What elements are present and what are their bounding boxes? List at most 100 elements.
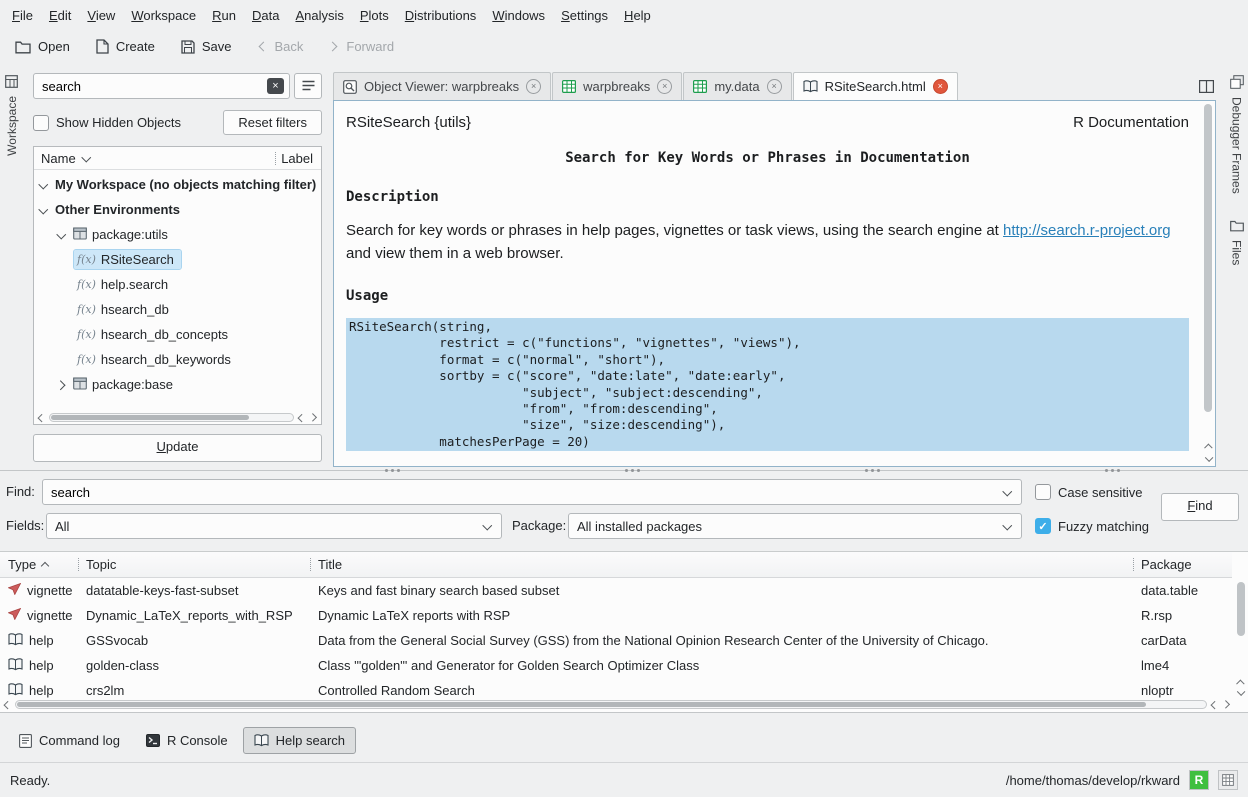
create-button[interactable]: Create (87, 35, 164, 58)
column-header-title[interactable]: Title (310, 552, 1133, 577)
label-column-header[interactable]: Label (281, 151, 313, 166)
menu-workspace[interactable]: Workspace (123, 3, 204, 28)
object-search-input[interactable] (42, 79, 263, 94)
table-row[interactable]: helpGSSvocabData from the General Social… (0, 628, 1232, 653)
menu-file[interactable]: File (4, 3, 41, 28)
menu-analysis[interactable]: Analysis (287, 3, 351, 28)
column-header-package[interactable]: Package (1133, 552, 1232, 577)
open-button[interactable]: Open (6, 35, 79, 58)
splitter-handle[interactable] (385, 469, 400, 472)
menu-help[interactable]: Help (616, 3, 659, 28)
menu-distributions[interactable]: Distributions (397, 3, 485, 28)
splitter-handle[interactable] (865, 469, 880, 472)
list-options-button[interactable] (294, 73, 322, 99)
tool-tab-command-log[interactable]: Command log (8, 727, 131, 754)
cpu-status-indicator[interactable] (1218, 770, 1238, 790)
close-tab-icon[interactable]: × (657, 79, 672, 94)
close-tab-icon[interactable]: × (767, 79, 782, 94)
tree-item-other-environments[interactable]: Other Environments (34, 197, 321, 222)
tool-tab-help-search[interactable]: Help search (243, 727, 356, 754)
case-sensitive-checkbox[interactable]: Case sensitive (1035, 484, 1143, 500)
doc-tab-my-data[interactable]: my.data× (683, 72, 791, 100)
menu-edit[interactable]: Edit (41, 3, 79, 28)
scroll-up-icon[interactable] (1204, 442, 1213, 451)
find-input[interactable] (51, 485, 995, 500)
fuzzy-matching-checkbox[interactable]: Fuzzy matching (1035, 518, 1149, 534)
tool-tab-label: Help search (276, 733, 345, 748)
tool-tab-files[interactable]: Files (1230, 220, 1244, 265)
fields-combobox[interactable]: All (46, 513, 502, 539)
tree-item-help-search[interactable]: f(x)help.search (34, 272, 321, 297)
tool-tab-workspace[interactable]: Workspace (5, 75, 19, 156)
tree-rows: My Workspace (no objects matching filter… (34, 170, 321, 411)
forward-button[interactable]: Forward (320, 35, 403, 58)
find-combobox[interactable] (42, 479, 1022, 505)
tree-item-hsearch-db-keywords[interactable]: f(x)hsearch_db_keywords (34, 347, 321, 372)
scrollbar-handle[interactable] (1204, 104, 1212, 412)
close-tab-icon[interactable]: × (526, 79, 541, 94)
table-icon (693, 80, 707, 93)
doc-tab-object-viewer-warpbreaks[interactable]: Object Viewer: warpbreaks× (333, 72, 551, 100)
scroll-left-icon[interactable] (37, 413, 46, 422)
doc-tab-rsitesearch-html[interactable]: RSiteSearch.html× (793, 72, 958, 100)
table-row[interactable]: helpgolden-classClass '"golden"' and Gen… (0, 653, 1232, 678)
scroll-right-icon[interactable] (1222, 700, 1231, 709)
scroll-left-icon[interactable] (297, 413, 306, 422)
find-button[interactable]: Find (1161, 493, 1239, 521)
menu-data[interactable]: Data (244, 3, 287, 28)
name-column-header[interactable]: Name (41, 151, 76, 166)
r-engine-status[interactable]: R (1189, 770, 1209, 790)
split-view-button[interactable] (1193, 74, 1219, 98)
save-icon (181, 40, 195, 54)
scrollbar-handle[interactable] (1237, 582, 1245, 636)
chevron-down-icon[interactable] (38, 180, 48, 190)
scroll-up-icon[interactable] (1236, 678, 1245, 687)
menu-settings[interactable]: Settings (553, 3, 616, 28)
type-label: help (29, 683, 54, 698)
back-button[interactable]: Back (248, 35, 312, 58)
document-vertical-scrollbar[interactable] (1203, 104, 1213, 463)
tree-item-hsearch-db[interactable]: f(x)hsearch_db (34, 297, 321, 322)
doc-tab-warpbreaks[interactable]: warpbreaks× (552, 72, 682, 100)
search-r-project-link[interactable]: http://search.r-project.org (1003, 222, 1171, 239)
menu-run[interactable]: Run (204, 3, 244, 28)
scroll-left-icon[interactable] (1210, 700, 1219, 709)
scrollbar-handle[interactable] (17, 702, 1146, 707)
column-header-topic[interactable]: Topic (78, 552, 310, 577)
table-row[interactable]: vignetteDynamic_LaTeX_reports_with_RSPDy… (0, 603, 1232, 628)
splitter-handle[interactable] (625, 469, 640, 472)
results-vertical-scrollbar[interactable] (1236, 582, 1246, 680)
chevron-down-icon[interactable] (56, 230, 66, 240)
tree-item-hsearch-db-concepts[interactable]: f(x)hsearch_db_concepts (34, 322, 321, 347)
tree-item-my-workspace-no-objects-matching-filter[interactable]: My Workspace (no objects matching filter… (34, 172, 321, 197)
tree-item-package-utils[interactable]: package:utils (34, 222, 321, 247)
chevron-right-icon[interactable] (56, 380, 66, 390)
scroll-down-icon[interactable] (1204, 454, 1213, 463)
update-button[interactable]: Update (33, 434, 322, 462)
table-row[interactable]: vignettedatatable-keys-fast-subsetKeys a… (0, 578, 1232, 603)
show-hidden-objects-checkbox[interactable]: Show Hidden Objects (33, 115, 181, 131)
column-header-type[interactable]: Type (0, 552, 78, 577)
type-label: vignette (27, 583, 73, 598)
tool-tab-debugger-frames[interactable]: Debugger Frames (1230, 75, 1244, 194)
close-tab-icon[interactable]: × (933, 79, 948, 94)
scrollbar-handle[interactable] (51, 415, 249, 420)
scroll-left-icon[interactable] (3, 700, 12, 709)
splitter-handle[interactable] (1105, 469, 1120, 472)
menu-plots[interactable]: Plots (352, 3, 397, 28)
tree-horizontal-scrollbar[interactable] (34, 411, 321, 424)
scroll-down-icon[interactable] (1236, 688, 1245, 697)
scroll-right-icon[interactable] (309, 413, 318, 422)
save-button[interactable]: Save (172, 35, 241, 58)
menu-windows[interactable]: Windows (484, 3, 553, 28)
chevron-down-icon[interactable] (38, 205, 48, 215)
results-horizontal-scrollbar[interactable] (0, 698, 1234, 711)
clear-search-icon[interactable]: × (267, 78, 284, 94)
menu-view[interactable]: View (79, 3, 123, 28)
package-combobox[interactable]: All installed packages (568, 513, 1022, 539)
reset-filters-button[interactable]: Reset filters (223, 110, 322, 135)
tool-tab-r-console[interactable]: R Console (135, 727, 239, 754)
tree-item-rsitesearch[interactable]: f(x)RSiteSearch (34, 247, 321, 272)
package-icon (73, 227, 87, 243)
tree-item-package-base[interactable]: package:base (34, 372, 321, 397)
